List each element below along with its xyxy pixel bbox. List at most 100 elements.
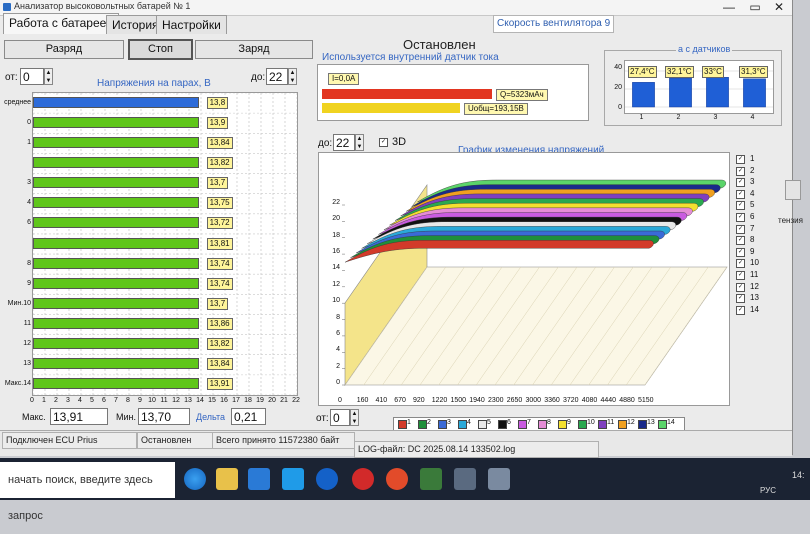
legend-checkbox[interactable]: ✓	[736, 294, 745, 304]
tab-settings[interactable]: Настройки	[156, 15, 227, 34]
taskbar-search[interactable]: начать поиск, введите здесь запрос	[0, 462, 175, 522]
fan-speed-field[interactable]: Скорость вентилятора 9	[493, 15, 614, 33]
chart3d-y-tick: 2	[336, 362, 340, 370]
from-spinner[interactable]: ▲ ▼	[44, 68, 53, 85]
close-button[interactable]: ✕	[766, 0, 792, 15]
minimize-button[interactable]: —	[716, 0, 742, 15]
voltage-bars: среднее 13,8 0 13,9 1 13,84 13,82 3 13,7 4 13,75 6 1…	[0, 92, 300, 394]
tab-battery-work[interactable]: Работа с батареей	[3, 13, 120, 34]
legend-swatch	[538, 420, 547, 429]
legend-checkbox[interactable]: ✓	[736, 271, 745, 280]
voltage-x-tick: 21	[280, 397, 288, 404]
voltage-bar	[33, 116, 199, 128]
chart3d-x-tick: 3360	[544, 397, 560, 404]
voltage-x-tick: 13	[184, 397, 192, 404]
charge-value: Q=5323мАч	[496, 89, 548, 101]
voltage-row-label: 1	[27, 138, 31, 146]
legend-swatch-label: 1	[407, 419, 411, 426]
desktop-file-icon[interactable]	[785, 180, 801, 200]
legend-checkbox[interactable]: ✓	[736, 236, 745, 246]
legend-swatch-label: 10	[587, 419, 595, 426]
legend-label: 7	[750, 223, 755, 233]
to-input[interactable]: 22	[266, 68, 288, 85]
chart3d-to-spinner[interactable]: ▲ ▼	[355, 134, 364, 151]
legend-label: 12	[750, 281, 759, 291]
legend-swatch-label: 8	[547, 419, 551, 426]
legend-checkbox[interactable]: ✓	[736, 305, 745, 315]
chart3d-x-tick: 1220	[431, 397, 448, 404]
from-input[interactable]: 0	[20, 68, 44, 85]
legend-checkbox[interactable]: ✓	[736, 259, 745, 269]
taskbar-clock[interactable]: 14:	[792, 470, 805, 480]
temp-x-tick: 3	[713, 114, 718, 121]
legend-checkbox[interactable]: ✓	[736, 189, 745, 199]
to-spinner[interactable]: ▲ ▼	[288, 68, 297, 85]
voltage-value: 13,82	[206, 338, 233, 351]
voltage-bar	[33, 217, 199, 229]
voltage-bar	[33, 378, 199, 390]
app-icon-gray[interactable]	[454, 468, 476, 490]
legend-label: 9	[750, 246, 755, 256]
voltage-value: 13,74	[206, 257, 233, 270]
legend-swatch	[438, 420, 447, 429]
chart3d-from-input[interactable]: 0	[330, 409, 350, 426]
legend-swatch	[598, 420, 607, 429]
yandex-icon[interactable]	[386, 468, 408, 490]
legend-label: 11	[750, 270, 759, 279]
charge-button[interactable]: Заряд	[195, 40, 313, 59]
chart3d-x-axis: 0 160 410 670 920 1220 1500 1940 2300 2650 3000 336…	[338, 397, 654, 407]
voltage-bar	[33, 136, 199, 148]
chart3d-y-tick: 16	[332, 248, 340, 256]
charge-bar	[322, 89, 492, 99]
voltage-bar	[33, 318, 199, 330]
voltage-x-tick: 6	[102, 397, 106, 404]
voltage-x-tick: 19	[256, 397, 264, 404]
legend-checkbox[interactable]: ✓	[736, 282, 745, 292]
explorer-icon[interactable]	[216, 468, 238, 490]
mail-icon[interactable]	[248, 468, 270, 490]
legend-swatch	[578, 420, 587, 429]
legend-checkbox[interactable]: ✓	[736, 247, 745, 257]
ie-icon[interactable]	[316, 468, 338, 490]
chart3d-y-tick: 4	[336, 346, 340, 354]
chart3d-x-tick: 3720	[563, 397, 579, 404]
chart3d-from-spinner[interactable]: ▲ ▼	[350, 409, 359, 426]
legend-checkbox[interactable]: ✓	[736, 155, 745, 164]
temp-bar	[669, 77, 692, 108]
opera-icon[interactable]	[352, 468, 374, 490]
stop-button[interactable]: Стоп	[128, 39, 193, 60]
voltage-row-label: Макс.14	[4, 380, 31, 388]
chart3d-x-tick: 1500	[450, 397, 467, 404]
legend-swatch	[518, 420, 527, 429]
voltage-x-tick: 12	[172, 397, 180, 404]
legend-swatch-label: 6	[507, 419, 511, 426]
3d-checkbox[interactable]: ✓	[379, 138, 388, 147]
chart3d-from-label: от:	[316, 413, 329, 424]
edge-icon[interactable]	[282, 468, 304, 490]
max-label: Макс.	[22, 412, 46, 422]
legend-checkbox[interactable]: ✓	[736, 178, 745, 188]
temp-y-tick: 0	[618, 104, 622, 111]
legend-swatch-label: 12	[627, 419, 635, 426]
legend-checkbox[interactable]: ✓	[736, 213, 745, 222]
legend-checkbox[interactable]: ✓	[736, 201, 745, 211]
discharge-button[interactable]: Разряд	[4, 40, 124, 59]
legend-swatch-label: 3	[447, 419, 451, 426]
voltage-x-tick: 16	[220, 397, 228, 404]
chart3d-to-input[interactable]: 22	[333, 134, 355, 151]
voltage-x-tick: 8	[126, 397, 130, 404]
app-icon-blue-gray[interactable]	[488, 468, 510, 490]
restore-button[interactable]: ▭	[742, 0, 768, 15]
voltage-row-label: 4	[27, 199, 31, 207]
legend-checkbox[interactable]: ✓	[736, 224, 745, 234]
voltage-x-tick: 9	[138, 397, 142, 404]
taskview-icon[interactable]	[184, 468, 206, 490]
legend-swatch-label: 5	[487, 419, 491, 426]
voltage-value: 13,86	[206, 318, 233, 331]
legend-checkbox[interactable]: ✓	[736, 166, 745, 176]
chart3d-x-tick: 5150	[638, 397, 654, 404]
app-icon-green[interactable]	[420, 468, 442, 490]
chart3d-x-tick: 920	[413, 397, 425, 404]
keyboard-lang[interactable]: РУС	[760, 486, 776, 495]
voltage-x-tick: 11	[160, 397, 168, 404]
